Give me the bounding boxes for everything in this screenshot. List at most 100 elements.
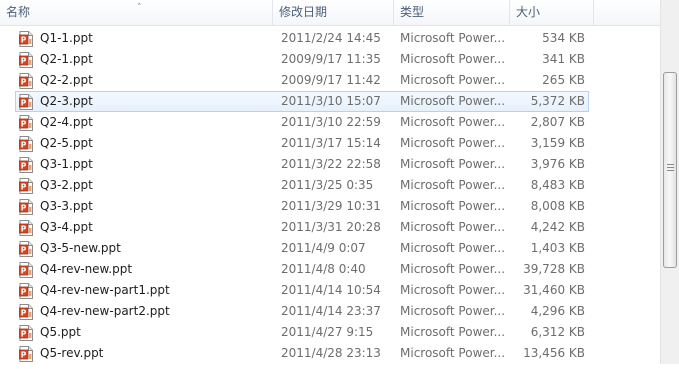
file-row[interactable]: P Q2-1.ppt 2009/9/17 11:35 Microsoft Pow…	[0, 49, 660, 70]
file-name: Q4-rev-new-part2.ppt	[40, 304, 170, 318]
column-header-type[interactable]: 类型	[394, 0, 510, 25]
file-modified-date: 2011/4/27 9:15	[281, 325, 374, 339]
file-modified-date: 2011/3/31 20:28	[281, 220, 381, 234]
column-header-size-label: 大小	[516, 5, 541, 19]
svg-text:P: P	[21, 57, 27, 66]
file-size: 5,372 KB	[530, 94, 585, 108]
file-type: Microsoft Power...	[400, 94, 506, 108]
scrollbar-grip-line	[667, 170, 674, 171]
file-size: 13,456 KB	[523, 346, 585, 360]
file-name: Q2-5.ppt	[40, 136, 93, 150]
file-row[interactable]: P Q5-rev.ppt 2011/4/28 23:13 Microsoft P…	[0, 343, 660, 364]
file-type: Microsoft Power...	[400, 283, 506, 297]
file-modified-date: 2011/3/10 22:59	[281, 115, 381, 129]
file-modified-date: 2009/9/17 11:35	[281, 52, 381, 66]
file-name: Q3-2.ppt	[40, 178, 93, 192]
file-modified-date: 2011/3/22 22:58	[281, 157, 381, 171]
file-name: Q2-3.ppt	[40, 94, 93, 108]
file-row[interactable]: P Q3-3.ppt 2011/3/29 10:31 Microsoft Pow…	[0, 196, 660, 217]
column-header-date-label: 修改日期	[279, 5, 328, 19]
file-type: Microsoft Power...	[400, 178, 506, 192]
file-size: 1,403 KB	[530, 241, 585, 255]
file-row[interactable]: P Q2-2.ppt 2009/9/17 11:42 Microsoft Pow…	[0, 70, 660, 91]
file-size: 8,008 KB	[530, 199, 585, 213]
file-row[interactable]: P Q4-rev-new.ppt 2011/4/8 0:40 Microsoft…	[0, 259, 660, 280]
powerpoint-file-icon: P	[18, 199, 33, 215]
powerpoint-file-icon: P	[18, 304, 33, 320]
file-modified-date: 2011/4/14 10:54	[281, 283, 381, 297]
powerpoint-file-icon: P	[18, 283, 33, 299]
powerpoint-file-icon: P	[18, 52, 33, 68]
powerpoint-file-icon: P	[18, 241, 33, 257]
file-name: Q4-rev-new-part1.ppt	[40, 283, 170, 297]
powerpoint-file-icon: P	[18, 136, 33, 152]
file-list: P Q1-1.ppt 2011/2/24 14:45 Microsoft Pow…	[0, 28, 660, 364]
scrollbar-grip-line	[667, 164, 674, 165]
file-name: Q2-1.ppt	[40, 52, 93, 66]
file-row[interactable]: P Q1-1.ppt 2011/2/24 14:45 Microsoft Pow…	[0, 28, 660, 49]
column-header-name[interactable]: 名称 ˄	[0, 0, 273, 25]
file-row[interactable]: P Q4-rev-new-part1.ppt 2011/4/14 10:54 M…	[0, 280, 660, 301]
file-row[interactable]: P Q4-rev-new-part2.ppt 2011/4/14 23:37 M…	[0, 301, 660, 322]
file-type: Microsoft Power...	[400, 325, 506, 339]
file-type: Microsoft Power...	[400, 31, 506, 45]
file-type: Microsoft Power...	[400, 304, 506, 318]
file-modified-date: 2011/4/9 0:07	[281, 241, 366, 255]
file-size: 534 KB	[542, 31, 585, 45]
file-size: 3,976 KB	[530, 157, 585, 171]
svg-text:P: P	[21, 120, 27, 129]
powerpoint-file-icon: P	[18, 94, 33, 110]
file-type: Microsoft Power...	[400, 115, 506, 129]
svg-text:P: P	[21, 183, 27, 192]
file-modified-date: 2011/3/17 15:14	[281, 136, 381, 150]
column-header-bar: 名称 ˄ 修改日期 类型 大小	[0, 0, 660, 26]
file-modified-date: 2011/4/8 0:40	[281, 262, 366, 276]
file-type: Microsoft Power...	[400, 241, 506, 255]
vertical-scrollbar[interactable]	[660, 0, 679, 364]
file-modified-date: 2011/3/25 0:35	[281, 178, 374, 192]
file-row[interactable]: P Q5.ppt 2011/4/27 9:15 Microsoft Power.…	[0, 322, 660, 343]
file-row[interactable]: P Q2-3.ppt 2011/3/10 15:07 Microsoft Pow…	[15, 91, 589, 112]
file-type: Microsoft Power...	[400, 157, 506, 171]
file-name: Q3-1.ppt	[40, 157, 93, 171]
sort-ascending-icon: ˄	[137, 3, 142, 13]
svg-text:P: P	[21, 162, 27, 171]
file-row[interactable]: P Q3-1.ppt 2011/3/22 22:58 Microsoft Pow…	[0, 154, 660, 175]
file-modified-date: 2009/9/17 11:42	[281, 73, 381, 87]
file-type: Microsoft Power...	[400, 346, 506, 360]
svg-text:P: P	[21, 225, 27, 234]
file-size: 341 KB	[542, 52, 585, 66]
powerpoint-file-icon: P	[18, 31, 33, 47]
file-modified-date: 2011/3/29 10:31	[281, 199, 381, 213]
file-row[interactable]: P Q3-5-new.ppt 2011/4/9 0:07 Microsoft P…	[0, 238, 660, 259]
svg-text:P: P	[21, 351, 27, 360]
file-name: Q5-rev.ppt	[40, 346, 104, 360]
file-name: Q4-rev-new.ppt	[40, 262, 133, 276]
file-size: 4,296 KB	[530, 304, 585, 318]
file-modified-date: 2011/2/24 14:45	[281, 31, 381, 45]
file-name: Q1-1.ppt	[40, 31, 93, 45]
file-row[interactable]: P Q2-5.ppt 2011/3/17 15:14 Microsoft Pow…	[0, 133, 660, 154]
powerpoint-file-icon: P	[18, 115, 33, 131]
file-row[interactable]: P Q3-4.ppt 2011/3/31 20:28 Microsoft Pow…	[0, 217, 660, 238]
svg-text:P: P	[21, 309, 27, 318]
file-name: Q2-2.ppt	[40, 73, 93, 87]
file-row[interactable]: P Q3-2.ppt 2011/3/25 0:35 Microsoft Powe…	[0, 175, 660, 196]
file-type: Microsoft Power...	[400, 262, 506, 276]
file-modified-date: 2011/3/10 15:07	[281, 94, 381, 108]
file-size: 3,159 KB	[530, 136, 585, 150]
file-row[interactable]: P Q2-4.ppt 2011/3/10 22:59 Microsoft Pow…	[0, 112, 660, 133]
column-header-name-label: 名称	[6, 5, 31, 19]
column-header-date[interactable]: 修改日期	[273, 0, 394, 25]
file-size: 6,312 KB	[530, 325, 585, 339]
svg-text:P: P	[21, 204, 27, 213]
column-header-size[interactable]: 大小	[510, 0, 594, 25]
file-modified-date: 2011/4/14 23:37	[281, 304, 381, 318]
file-size: 265 KB	[542, 73, 585, 87]
powerpoint-file-icon: P	[18, 220, 33, 236]
svg-text:P: P	[21, 141, 27, 150]
svg-text:P: P	[21, 288, 27, 297]
file-name: Q2-4.ppt	[40, 115, 93, 129]
file-size: 31,460 KB	[523, 283, 585, 297]
scrollbar-thumb[interactable]	[663, 72, 677, 268]
